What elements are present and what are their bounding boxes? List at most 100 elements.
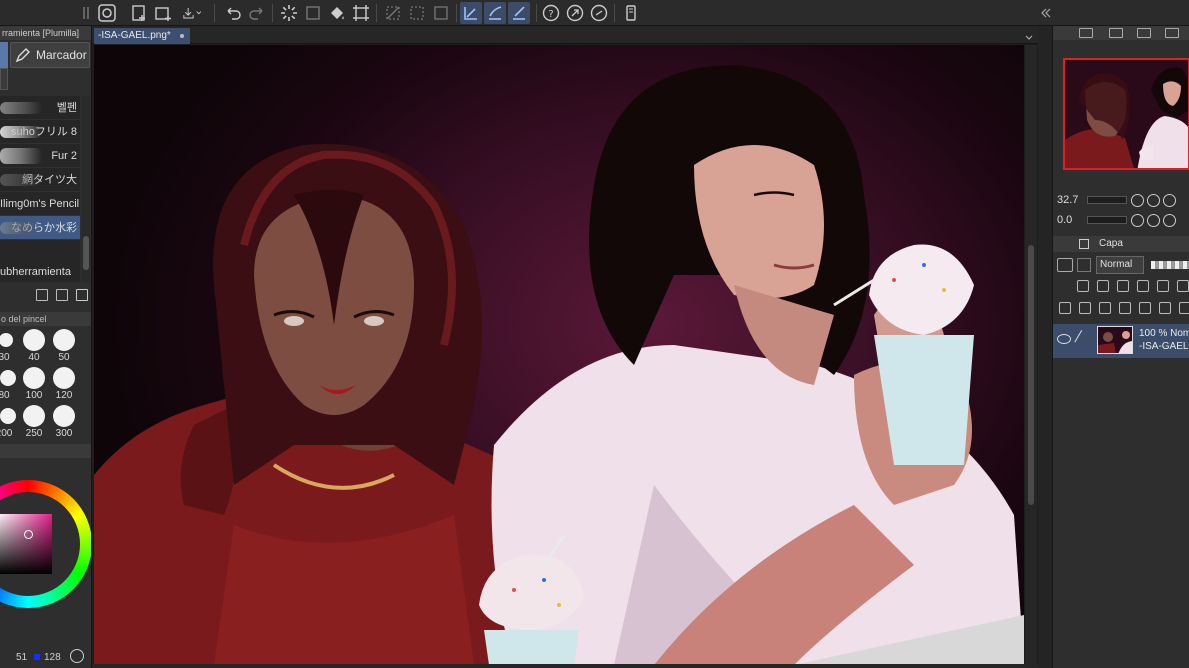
new-layer-icon[interactable]	[1079, 302, 1091, 314]
brush-item-label: Fur 2	[51, 150, 77, 162]
app-logo-icon[interactable]	[96, 2, 118, 24]
transform-icon[interactable]	[350, 2, 372, 24]
svg-text:?: ?	[548, 9, 553, 20]
rotation-value[interactable]: 0.0	[1057, 214, 1087, 226]
pen-icon[interactable]	[1074, 329, 1092, 349]
link-icon[interactable]	[588, 2, 610, 24]
reset-rotation-icon[interactable]	[1163, 213, 1176, 227]
panel-divider[interactable]	[1038, 26, 1052, 668]
drawing-canvas[interactable]	[94, 45, 1024, 665]
brush-item[interactable]: Fur 2	[0, 144, 80, 168]
redo-icon[interactable]	[246, 2, 268, 24]
tool-group-small-button[interactable]	[0, 68, 8, 90]
delete-layer-icon[interactable]	[1179, 302, 1189, 314]
brush-list: 벨펜 suhoフリル 8 Fur 2 網タイツ大 Ilimg0m's Penci…	[0, 96, 80, 282]
smartphone-icon[interactable]	[620, 2, 642, 24]
rotate-left-icon[interactable]	[1131, 213, 1144, 227]
new-file-icon[interactable]	[128, 2, 150, 24]
brush-size-option[interactable]: 100	[20, 366, 48, 404]
scrollbar-thumb[interactable]	[1028, 245, 1034, 505]
snap-special-ruler-icon[interactable]	[484, 2, 506, 24]
brush-list-scrollbar[interactable]	[82, 96, 90, 282]
fit-view-icon[interactable]	[1163, 193, 1176, 207]
selection-border-icon[interactable]	[430, 2, 452, 24]
rotate-right-icon[interactable]	[1147, 213, 1160, 227]
draft-icon[interactable]	[1117, 280, 1129, 292]
eye-icon[interactable]	[1057, 334, 1071, 344]
refresh-tab-icon[interactable]	[1109, 28, 1123, 38]
brush-size-option[interactable]: 200	[0, 404, 18, 442]
zoom-slider[interactable]	[1087, 196, 1127, 204]
layer-list-icon[interactable]	[1059, 302, 1071, 314]
merge-icon[interactable]	[1159, 302, 1171, 314]
unsaved-dot-icon	[180, 34, 184, 38]
snap-grid-icon[interactable]	[508, 2, 530, 24]
brush-size-option[interactable]: 40	[20, 328, 48, 366]
new-folder-icon[interactable]	[1119, 302, 1131, 314]
deselect-icon[interactable]	[382, 2, 404, 24]
collapse-panel-icon[interactable]	[1038, 2, 1052, 24]
open-file-icon[interactable]	[152, 2, 174, 24]
undo-icon[interactable]	[222, 2, 244, 24]
top-toolbar: ?	[0, 0, 1189, 26]
download-tab-icon[interactable]	[1137, 28, 1151, 38]
chevron-down-icon[interactable]	[1024, 30, 1034, 40]
document-tab[interactable]: -ISA-GAEL.png*	[94, 28, 190, 44]
panel-grip-icon[interactable]	[80, 2, 92, 24]
brush-size-option[interactable]: 30	[0, 328, 18, 366]
brush-item[interactable]: 벨펜	[0, 96, 80, 120]
canvas-vertical-scrollbar[interactable]	[1025, 45, 1037, 665]
play-icon[interactable]	[70, 649, 84, 663]
share-icon[interactable]	[564, 2, 586, 24]
opacity-slider[interactable]	[1151, 261, 1189, 269]
history-tab-icon[interactable]	[1165, 28, 1179, 38]
delete-subtool-icon[interactable]	[76, 289, 88, 301]
new-vector-layer-icon[interactable]	[1099, 302, 1111, 314]
saturation-value-square[interactable]	[0, 514, 52, 574]
transfer-icon[interactable]	[1139, 302, 1151, 314]
layer-color-icon[interactable]	[1057, 258, 1073, 272]
rotation-slider[interactable]	[1087, 216, 1127, 224]
zoom-value[interactable]: 32.7	[1057, 194, 1087, 206]
layer-row[interactable]: 100 % Nom -ISA-GAEL	[1053, 324, 1189, 358]
reference-icon[interactable]	[1097, 280, 1109, 292]
brush-size-option[interactable]: 50	[50, 328, 78, 366]
new-subtool-icon[interactable]	[56, 289, 68, 301]
save-icon[interactable]	[176, 2, 206, 24]
clip-icon[interactable]	[1077, 280, 1089, 292]
duplicate-subtool-icon[interactable]	[36, 289, 48, 301]
fill-icon[interactable]	[326, 2, 348, 24]
brush-item[interactable]: 網タイツ大	[0, 168, 80, 192]
help-icon[interactable]: ?	[540, 2, 562, 24]
toolbar-separator	[614, 4, 615, 22]
ruler-snap-icon[interactable]	[460, 2, 482, 24]
mask-icon[interactable]	[1177, 280, 1189, 292]
blend-mode-select[interactable]: Normal	[1096, 256, 1144, 274]
navigator-preview[interactable]	[1063, 58, 1189, 170]
blend-mode-value: Normal	[1100, 259, 1133, 270]
chevron-down-icon[interactable]	[1077, 258, 1091, 272]
invert-selection-icon[interactable]	[406, 2, 428, 24]
navigator-tab-icon[interactable]	[1079, 28, 1093, 38]
layers-icon[interactable]	[1079, 239, 1089, 249]
zoom-in-icon[interactable]	[1147, 193, 1160, 207]
zoom-out-icon[interactable]	[1131, 193, 1144, 207]
brush-size-option[interactable]: 120	[50, 366, 78, 404]
clear-icon[interactable]	[302, 2, 324, 24]
marker-tool-button[interactable]: Marcador	[10, 42, 90, 68]
color-panel-tabs[interactable]	[0, 444, 91, 458]
brush-size-option[interactable]: 300	[50, 404, 78, 442]
alpha-lock-icon[interactable]	[1157, 280, 1169, 292]
lock-icon[interactable]	[1137, 280, 1149, 292]
color-picker-marker[interactable]	[24, 530, 33, 539]
brush-item[interactable]: suhoフリル 8	[0, 120, 80, 144]
layer-tab-label[interactable]: Capa	[1099, 236, 1123, 252]
loading-icon[interactable]	[278, 2, 300, 24]
layer-thumbnail	[1097, 326, 1133, 354]
brush-size-option[interactable]: 80	[0, 366, 18, 404]
scrollbar-thumb[interactable]	[83, 236, 89, 270]
brush-item-selected[interactable]: なめらか水彩	[0, 216, 80, 240]
brush-item[interactable]: Ilimg0m's Pencil	[0, 192, 80, 216]
brush-size-option[interactable]: 250	[20, 404, 48, 442]
tool-group-selected[interactable]	[0, 42, 8, 68]
